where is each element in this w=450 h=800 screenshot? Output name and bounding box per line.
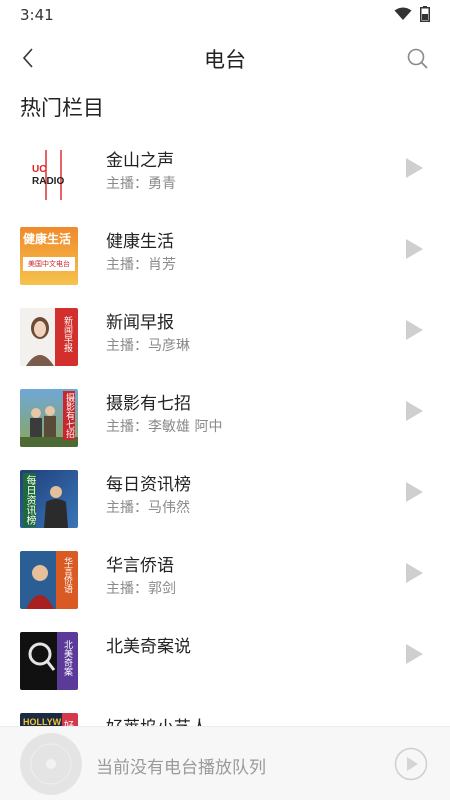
battery-icon xyxy=(420,6,430,22)
station-cover: 新闻早报 xyxy=(20,308,78,366)
station-cover: HOLLYW 好 xyxy=(20,713,78,726)
station-row[interactable]: UC RADIO 金山之声 主播：勇青 xyxy=(0,138,450,219)
station-row[interactable]: 华言侨语 华言侨语 主播：郭剑 xyxy=(0,543,450,624)
cover-title: 每日资讯榜 xyxy=(23,473,36,527)
station-cover: 华言侨语 xyxy=(20,551,78,609)
station-title: 每日资讯榜 xyxy=(106,475,191,495)
search-icon xyxy=(407,48,428,69)
station-host: 主播：郭剑 xyxy=(106,581,176,597)
play-icon[interactable] xyxy=(404,561,424,585)
station-cover: UC RADIO xyxy=(20,146,78,204)
cover-title: 北美奇案 xyxy=(62,640,72,676)
play-icon[interactable] xyxy=(404,399,424,423)
svg-text:UC: UC xyxy=(32,164,46,175)
cover-title: 健康生活 xyxy=(23,232,72,246)
station-cover: 每日资讯榜 xyxy=(20,470,78,528)
cover-title: 华言侨语 xyxy=(62,557,72,593)
cover-subtitle: 美国中文电台 xyxy=(23,257,75,271)
play-icon[interactable] xyxy=(404,318,424,342)
play-circle-icon[interactable] xyxy=(394,747,428,781)
station-title: 好莱坞小艺人 xyxy=(106,713,208,726)
station-row[interactable]: 新闻早报 新闻早报 主播：马彦琳 xyxy=(0,300,450,381)
station-title: 健康生活 xyxy=(106,232,174,252)
station-host: 主播：肖芳 xyxy=(106,257,176,273)
station-row[interactable]: HOLLYW 好 好莱坞小艺人 xyxy=(0,705,450,726)
station-cover: 北美奇案 xyxy=(20,632,78,690)
station-title: 北美奇案说 xyxy=(106,637,191,657)
cover-title: HOLLYW xyxy=(23,717,62,726)
station-title: 新闻早报 xyxy=(106,313,174,333)
status-time: 3:41 xyxy=(20,6,54,24)
cover-title: 新闻早报 xyxy=(62,316,72,352)
station-host: 主播：勇青 xyxy=(106,176,176,192)
station-title: 华言侨语 xyxy=(106,556,174,576)
cover-side-label: 好 xyxy=(64,717,74,726)
station-row[interactable]: 北美奇案 北美奇案说 xyxy=(0,624,450,705)
cover-title: 摄影有七招 xyxy=(63,391,75,440)
station-host: 主播：李敏雄 阿中 xyxy=(106,419,223,435)
search-button[interactable] xyxy=(404,45,432,73)
station-title: 金山之声 xyxy=(106,151,174,171)
play-icon[interactable] xyxy=(404,480,424,504)
section-title: 热门栏目 xyxy=(20,96,104,120)
station-list: UC RADIO 金山之声 主播：勇青 健康生活 美国中文电台 健康生活 主播：… xyxy=(0,138,450,726)
station-row[interactable]: 摄影有七招 摄影有七招 主播：李敏雄 阿中 xyxy=(0,381,450,462)
play-icon[interactable] xyxy=(404,156,424,180)
wifi-icon xyxy=(394,7,412,20)
station-cover: 摄影有七招 xyxy=(20,389,78,447)
player-status-text: 当前没有电台播放队列 xyxy=(96,758,266,778)
station-row[interactable]: 健康生活 美国中文电台 健康生活 主播：肖芳 xyxy=(0,219,450,300)
status-icons xyxy=(394,6,430,22)
station-host: 主播：马伟然 xyxy=(106,500,190,516)
header: 电台 xyxy=(0,36,450,80)
mini-player: 当前没有电台播放队列 xyxy=(0,726,450,800)
play-icon[interactable] xyxy=(404,237,424,261)
disc-icon[interactable] xyxy=(20,733,82,795)
station-row[interactable]: 每日资讯榜 每日资讯榜 主播：马伟然 xyxy=(0,462,450,543)
station-cover: 健康生活 美国中文电台 xyxy=(20,227,78,285)
page-title: 电台 xyxy=(204,48,246,72)
status-bar: 3:41 xyxy=(0,0,450,32)
station-title: 摄影有七招 xyxy=(106,394,191,414)
svg-text:RADIO: RADIO xyxy=(32,176,64,187)
station-host: 主播：马彦琳 xyxy=(106,338,190,354)
play-icon[interactable] xyxy=(404,642,424,666)
